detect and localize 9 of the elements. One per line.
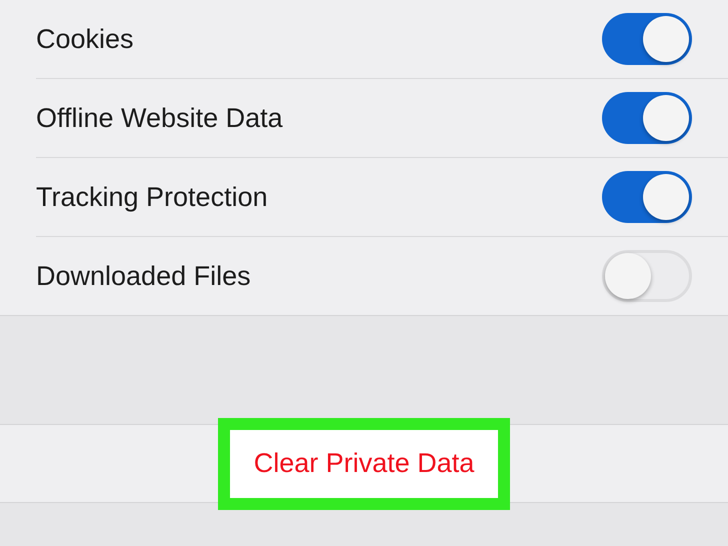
- toggle-switch[interactable]: [602, 92, 692, 144]
- setting-label: Offline Website Data: [36, 102, 283, 134]
- setting-label: Cookies: [36, 24, 134, 54]
- toggle-switch[interactable]: [602, 171, 692, 223]
- setting-label: Downloaded Files: [36, 260, 251, 292]
- toggle-switch[interactable]: [602, 250, 692, 302]
- setting-label: Tracking Protection: [36, 182, 268, 212]
- clear-private-data-button[interactable]: Clear Private Data: [218, 418, 510, 510]
- toggle-switch[interactable]: [602, 13, 692, 65]
